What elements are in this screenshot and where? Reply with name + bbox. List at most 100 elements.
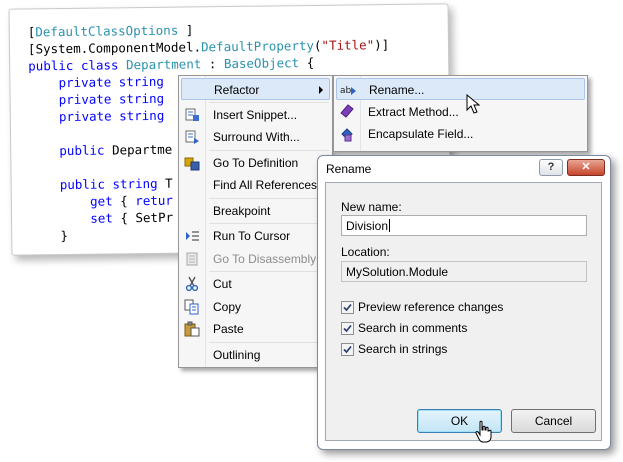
menu-item-breakpoint[interactable]: Breakpoint <box>181 200 330 222</box>
menu-item-label: Find All References <box>213 178 318 192</box>
checkmark-icon[interactable] <box>341 322 354 335</box>
code-token: } <box>30 227 69 244</box>
menu-item-encapsulate-field[interactable]: Encapsulate Field... <box>336 123 585 145</box>
menu-item-run-to-cursor[interactable]: Run To Cursor <box>181 225 330 247</box>
code-token: private <box>58 108 112 125</box>
code-line: [System.ComponentModel.DefaultProperty("… <box>28 36 389 57</box>
checkbox-label: Search in strings <box>358 342 448 356</box>
context-menu: Refactor Insert Snippet... Surround With..… <box>178 75 333 368</box>
close-button[interactable]: ✕ <box>567 159 605 176</box>
cut-icon <box>184 276 200 292</box>
menu-item-find-all-references[interactable]: Find All References <box>181 174 330 196</box>
run-to-cursor-icon <box>184 228 200 244</box>
menu-separator <box>209 271 329 272</box>
paste-icon <box>184 321 200 337</box>
menu-item-surround-with[interactable]: Surround With... <box>181 126 330 148</box>
code-line: private string <box>29 107 165 126</box>
code-line: private string <box>28 73 164 92</box>
menu-item-copy[interactable]: Copy <box>181 296 330 318</box>
help-button[interactable]: ? <box>539 159 563 176</box>
rename-dialog: Rename ? ✕ New name: Division Location: … <box>317 155 611 450</box>
text-caret <box>389 219 391 232</box>
menu-item-outlining[interactable]: Outlining <box>181 344 330 366</box>
cancel-button[interactable]: Cancel <box>511 409 596 433</box>
code-token: DefaultClassOptions <box>35 22 179 40</box>
code-line: } <box>30 227 68 244</box>
copy-icon <box>184 299 200 315</box>
checkmark-icon[interactable] <box>341 343 354 356</box>
menu-item-label: Rename... <box>369 83 425 97</box>
code-token: : <box>201 56 224 72</box>
menu-item-go-to-disassembly: Go To Disassembly <box>181 248 330 270</box>
code-token: retur <box>135 192 173 209</box>
code-token: Departme <box>104 141 173 158</box>
menu-item-label: Extract Method... <box>368 104 459 119</box>
code-token: string <box>119 107 165 124</box>
code-token: DefaultProperty <box>200 37 315 55</box>
code-token: [ <box>27 24 36 40</box>
disassembly-icon <box>184 251 200 267</box>
code-token: Department <box>125 56 202 73</box>
code-line: public class Department : BaseObject { <box>28 54 314 74</box>
menu-item-label: Refactor <box>214 83 260 97</box>
menu-item-extract-method[interactable]: Extract Method... <box>336 101 585 123</box>
menu-item-label: Go To Definition <box>213 155 299 170</box>
menu-item-refactor[interactable]: Refactor <box>181 78 330 100</box>
menu-item-go-to-definition[interactable]: Go To Definition <box>181 152 330 174</box>
snippet-icon <box>184 107 200 123</box>
menu-item-label: Insert Snippet... <box>213 107 298 122</box>
rename-icon: ab <box>340 82 356 98</box>
code-token: [System.ComponentModel. <box>27 39 202 57</box>
checkmark-icon[interactable] <box>341 301 354 314</box>
code-token: { <box>112 193 136 209</box>
menu-item-label: Go To Disassembly <box>213 251 317 266</box>
extract-method-icon <box>339 103 355 120</box>
menu-item-label: Surround With... <box>213 130 300 144</box>
code-token: public <box>59 176 106 193</box>
code-token: set <box>90 210 113 226</box>
code-token: string <box>112 175 158 192</box>
code-token: T <box>157 175 173 191</box>
code-token: get <box>89 193 113 209</box>
menu-item-label: Run To Cursor <box>213 229 291 243</box>
svg-text:ab: ab <box>340 86 352 96</box>
code-token: private <box>58 91 112 108</box>
code-token: { <box>299 54 315 71</box>
menu-separator <box>209 197 329 199</box>
dialog-titlebar[interactable]: Rename ? ✕ <box>318 156 610 180</box>
new-name-input[interactable]: Division <box>341 215 587 236</box>
code-line: public Departme <box>29 141 172 160</box>
code-token: public <box>59 142 105 159</box>
menu-separator <box>209 149 329 151</box>
dialog-title: Rename <box>326 162 372 176</box>
code-line: set { SetPr <box>30 209 173 228</box>
menu-item-cut[interactable]: Cut <box>181 273 330 295</box>
code-token: public <box>28 57 74 74</box>
location-label: Location: <box>341 245 390 259</box>
code-token: { SetPr <box>112 209 174 226</box>
code-line: private string <box>29 90 165 109</box>
code-token: class <box>80 57 119 73</box>
menu-item-label: Breakpoint <box>213 203 271 218</box>
menu-item-rename[interactable]: ab Rename... <box>336 78 585 100</box>
code-token: )] <box>374 37 390 53</box>
new-name-value: Division <box>346 219 389 233</box>
code-line: [DefaultClassOptions ] <box>28 21 194 40</box>
refactor-submenu: ab Rename... Extract Method... Encapsulate … <box>333 75 588 152</box>
submenu-arrow-icon <box>319 86 323 94</box>
code-token: string <box>118 90 165 107</box>
mouse-pointer-icon <box>466 94 481 114</box>
menu-item-insert-snippet[interactable]: Insert Snippet... <box>181 104 330 126</box>
surround-icon <box>184 129 200 145</box>
menu-item-paste[interactable]: Paste <box>181 318 330 340</box>
menu-item-label: Outlining <box>213 347 261 362</box>
code-token: ] <box>178 22 194 38</box>
